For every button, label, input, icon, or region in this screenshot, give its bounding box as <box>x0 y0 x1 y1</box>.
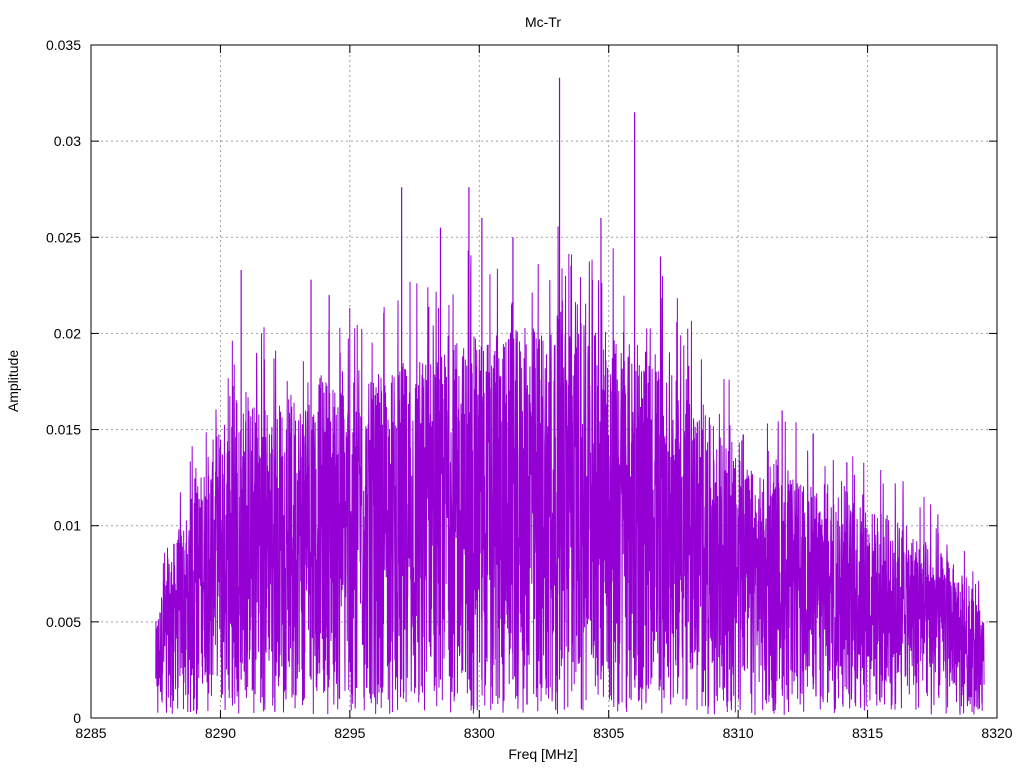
x-tick-label: 8315 <box>852 725 883 741</box>
x-tick-label: 8310 <box>723 725 754 741</box>
y-tick-label: 0 <box>73 710 81 726</box>
x-tick-label: 8320 <box>981 725 1012 741</box>
y-tick-label: 0.03 <box>54 133 81 149</box>
x-tick-label: 8290 <box>205 725 236 741</box>
x-axis-label: Freq [MHz] <box>508 746 577 762</box>
y-tick-label: 0.015 <box>46 422 81 438</box>
series-mc-tr <box>155 77 985 716</box>
y-tick-label: 0.01 <box>54 518 81 534</box>
chart-title: Mc-Tr <box>525 14 561 30</box>
x-tick-label: 8300 <box>464 725 495 741</box>
y-tick-label: 0.02 <box>54 325 81 341</box>
x-tick-label: 8285 <box>75 725 106 741</box>
series-line <box>155 226 985 716</box>
x-tick-label: 8305 <box>593 725 624 741</box>
y-axis-label: Amplitude <box>5 350 21 412</box>
y-tick-label: 0.005 <box>46 614 81 630</box>
y-tick-label: 0.035 <box>46 37 81 53</box>
y-tick-label: 0.025 <box>46 229 81 245</box>
x-tick-label: 8295 <box>334 725 365 741</box>
spectrum-chart: 8285 8290 8295 8300 8305 8310 8315 8320 0 0.005 0.… <box>5 14 1013 762</box>
